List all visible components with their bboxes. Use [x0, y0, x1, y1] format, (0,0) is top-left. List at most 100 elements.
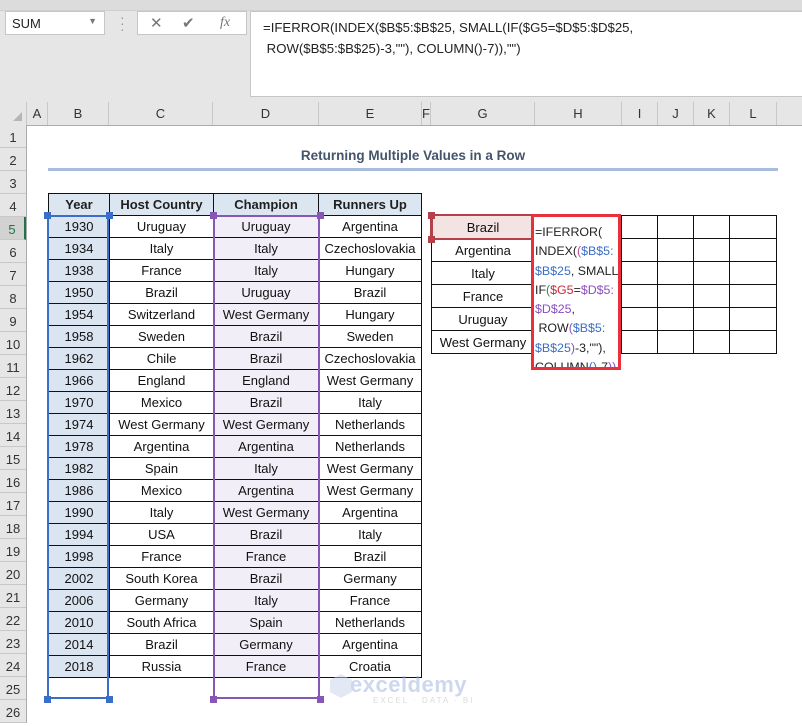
row-header-26[interactable]: 26 — [0, 700, 26, 723]
host-country-cell[interactable]: South Africa — [109, 611, 214, 634]
cancel-icon[interactable]: ✕ — [150, 14, 163, 32]
year-cell[interactable]: 2014 — [48, 633, 110, 656]
lookup-champion-cell[interactable]: Argentina — [431, 238, 535, 262]
champion-cell[interactable]: Italy — [213, 237, 319, 260]
runners-up-cell[interactable]: Netherlands — [318, 435, 422, 458]
header-year[interactable]: Year — [48, 193, 110, 216]
row-header-2[interactable]: 2 — [0, 148, 26, 171]
champion-cell[interactable]: Argentina — [213, 479, 319, 502]
result-cell[interactable] — [729, 215, 777, 239]
runners-up-cell[interactable]: Italy — [318, 523, 422, 546]
champion-cell[interactable]: West Germany — [213, 303, 319, 326]
row-header-14[interactable]: 14 — [0, 424, 26, 447]
year-cell[interactable]: 2018 — [48, 655, 110, 678]
row-header-25[interactable]: 25 — [0, 677, 26, 700]
result-cell[interactable] — [621, 215, 658, 239]
result-cell[interactable] — [693, 307, 730, 331]
enter-icon[interactable]: ✔ — [182, 14, 195, 32]
champion-cell[interactable]: Spain — [213, 611, 319, 634]
lookup-champion-cell[interactable]: Uruguay — [431, 307, 535, 331]
year-cell[interactable]: 1974 — [48, 413, 110, 436]
year-cell[interactable]: 1978 — [48, 435, 110, 458]
year-cell[interactable]: 1950 — [48, 281, 110, 304]
champion-cell[interactable]: Uruguay — [213, 281, 319, 304]
runners-up-cell[interactable]: Brazil — [318, 281, 422, 304]
year-cell[interactable]: 1982 — [48, 457, 110, 480]
result-cell[interactable] — [729, 238, 777, 262]
host-country-cell[interactable]: Spain — [109, 457, 214, 480]
champion-cell[interactable]: Italy — [213, 457, 319, 480]
cell-h5-editor[interactable]: =IFERROR(INDEX(($B$5:$B$25, SMALL(IF($G5… — [531, 214, 621, 370]
result-cell[interactable] — [693, 284, 730, 308]
year-cell[interactable]: 1966 — [48, 369, 110, 392]
name-box[interactable]: SUM ▼ — [5, 11, 105, 35]
year-cell[interactable]: 2006 — [48, 589, 110, 612]
column-header-k[interactable]: K — [694, 102, 730, 125]
year-cell[interactable]: 1970 — [48, 391, 110, 414]
row-header-10[interactable]: 10 — [0, 332, 26, 355]
range-handle[interactable] — [44, 696, 51, 703]
row-header-6[interactable]: 6 — [0, 240, 26, 263]
result-cell[interactable] — [621, 330, 658, 354]
runners-up-cell[interactable]: Germany — [318, 567, 422, 590]
row-header-18[interactable]: 18 — [0, 516, 26, 539]
result-cell[interactable] — [729, 330, 777, 354]
row-header-3[interactable]: 3 — [0, 171, 26, 194]
result-cell[interactable] — [729, 284, 777, 308]
runners-up-cell[interactable]: West Germany — [318, 457, 422, 480]
runners-up-cell[interactable]: West Germany — [318, 369, 422, 392]
row-header-1[interactable]: 1 — [0, 125, 26, 148]
row-header-15[interactable]: 15 — [0, 447, 26, 470]
champion-cell[interactable]: Brazil — [213, 391, 319, 414]
host-country-cell[interactable]: Italy — [109, 501, 214, 524]
row-header-16[interactable]: 16 — [0, 470, 26, 493]
runners-up-cell[interactable]: Brazil — [318, 545, 422, 568]
result-cell[interactable] — [693, 330, 730, 354]
champion-cell[interactable]: Italy — [213, 589, 319, 612]
column-header-e[interactable]: E — [319, 102, 422, 125]
year-cell[interactable]: 1934 — [48, 237, 110, 260]
year-cell[interactable]: 1986 — [48, 479, 110, 502]
chevron-down-icon[interactable]: ▼ — [88, 16, 97, 26]
row-header-22[interactable]: 22 — [0, 608, 26, 631]
result-cell[interactable] — [657, 261, 694, 285]
column-header-h[interactable]: H — [535, 102, 622, 125]
year-cell[interactable]: 2002 — [48, 567, 110, 590]
runners-up-cell[interactable]: France — [318, 589, 422, 612]
host-country-cell[interactable]: England — [109, 369, 214, 392]
row-header-23[interactable]: 23 — [0, 631, 26, 654]
year-cell[interactable]: 1994 — [48, 523, 110, 546]
runners-up-cell[interactable]: Argentina — [318, 633, 422, 656]
host-country-cell[interactable]: USA — [109, 523, 214, 546]
host-country-cell[interactable]: Switzerland — [109, 303, 214, 326]
champion-cell[interactable]: Brazil — [213, 567, 319, 590]
runners-up-cell[interactable]: West Germany — [318, 479, 422, 502]
year-cell[interactable]: 1998 — [48, 545, 110, 568]
range-handle[interactable] — [210, 696, 217, 703]
year-cell[interactable]: 1962 — [48, 347, 110, 370]
result-cell[interactable] — [657, 330, 694, 354]
champion-cell[interactable]: France — [213, 655, 319, 678]
result-cell[interactable] — [693, 215, 730, 239]
champion-cell[interactable]: Argentina — [213, 435, 319, 458]
header-runners-up[interactable]: Runners Up — [318, 193, 422, 216]
year-cell[interactable]: 1930 — [48, 215, 110, 238]
result-cell[interactable] — [693, 238, 730, 262]
row-header-20[interactable]: 20 — [0, 562, 26, 585]
range-handle[interactable] — [106, 696, 113, 703]
host-country-cell[interactable]: France — [109, 259, 214, 282]
runners-up-cell[interactable]: Sweden — [318, 325, 422, 348]
champion-cell[interactable]: Italy — [213, 259, 319, 282]
host-country-cell[interactable]: Brazil — [109, 633, 214, 656]
column-header-f[interactable]: F — [422, 102, 431, 125]
row-header-8[interactable]: 8 — [0, 286, 26, 309]
host-country-cell[interactable]: Mexico — [109, 479, 214, 502]
row-header-19[interactable]: 19 — [0, 539, 26, 562]
host-country-cell[interactable]: Mexico — [109, 391, 214, 414]
row-header-17[interactable]: 17 — [0, 493, 26, 516]
year-cell[interactable]: 1954 — [48, 303, 110, 326]
champion-cell[interactable]: England — [213, 369, 319, 392]
champion-cell[interactable]: West Germany — [213, 413, 319, 436]
year-cell[interactable]: 1958 — [48, 325, 110, 348]
host-country-cell[interactable]: Uruguay — [109, 215, 214, 238]
